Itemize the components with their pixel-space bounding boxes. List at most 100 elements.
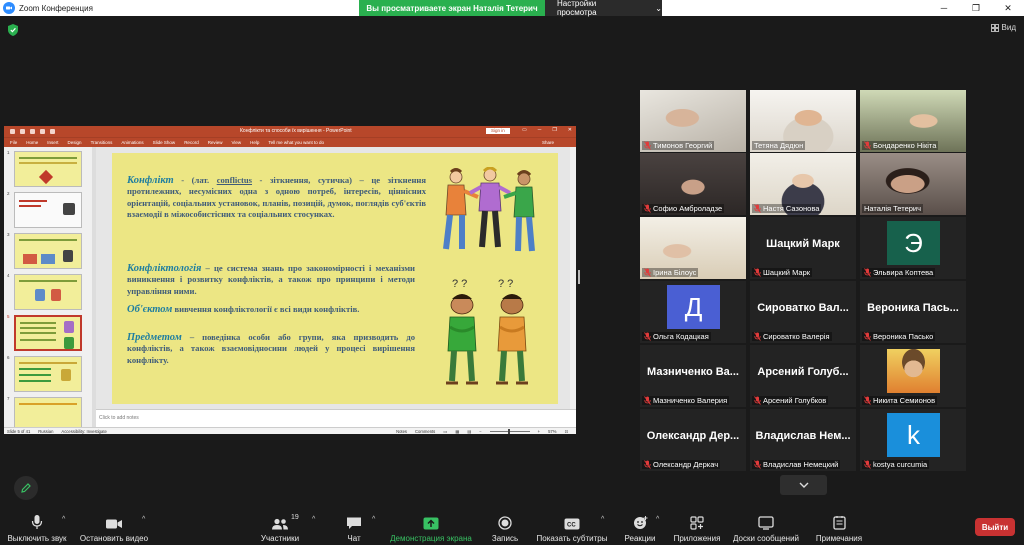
muted-microphone-icon: [754, 396, 761, 405]
captions-button[interactable]: CC Показать субтитры: [536, 512, 608, 543]
ribbon-tab[interactable]: Home: [26, 140, 38, 145]
record-button[interactable]: Запись: [488, 512, 522, 543]
normal-view-icon[interactable]: ▭: [443, 429, 447, 434]
audio-options-caret[interactable]: ^: [62, 516, 65, 523]
slide-thumbnail[interactable]: [14, 233, 82, 269]
participant-tile[interactable]: Ірина Білоус: [640, 217, 746, 279]
notes-toggle[interactable]: Notes: [396, 429, 407, 434]
quick-access-toolbar: [10, 129, 55, 134]
notes-button[interactable]: Примечания: [812, 512, 866, 543]
participant-tile[interactable]: Сироватко Вал... Сироватко Валерія: [750, 281, 856, 343]
annotate-button[interactable]: [14, 476, 38, 500]
participant-tile[interactable]: Никита Семионов: [860, 345, 966, 407]
muted-microphone-icon: [754, 268, 761, 277]
reactions-options-caret[interactable]: ^: [656, 516, 659, 523]
slideshow-icon[interactable]: [50, 129, 55, 134]
ppt-minimize-icon[interactable]: ─: [538, 127, 542, 133]
stop-video-button[interactable]: Остановить видео: [78, 512, 150, 543]
zoom-level[interactable]: 57%: [548, 429, 556, 434]
participants-options-caret[interactable]: ^: [312, 516, 315, 523]
whiteboards-button[interactable]: Доски сообщений: [730, 512, 802, 543]
chat-button[interactable]: Чат: [340, 512, 368, 543]
participant-tile[interactable]: Наталія Тетерич: [860, 153, 966, 215]
panel-splitter[interactable]: [578, 270, 580, 284]
participant-avatar: k: [887, 413, 940, 457]
reading-view-icon[interactable]: ▤: [467, 429, 471, 434]
ppt-close-icon[interactable]: ✕: [568, 127, 572, 133]
slide-thumbnails[interactable]: 1 2 3 4 5 6 7: [4, 147, 94, 427]
mute-button[interactable]: Выключить звук: [6, 512, 68, 543]
ppt-share-button[interactable]: Share: [542, 140, 554, 145]
maximize-button[interactable]: ❐: [960, 0, 992, 16]
ribbon-tab[interactable]: Transitions: [91, 140, 113, 145]
leave-meeting-button[interactable]: Выйти: [975, 518, 1015, 536]
share-screen-button[interactable]: Демонстрация экрана: [388, 512, 474, 543]
slide-thumbnail[interactable]: [14, 274, 82, 310]
definition-object: Об'єктом вивчення конфліктології є всі в…: [127, 304, 415, 315]
ribbon-tab[interactable]: Slide Show: [153, 140, 176, 145]
gallery-next-page-button[interactable]: [780, 475, 827, 495]
reactions-button[interactable]: Реакции: [622, 512, 658, 543]
slide-scrollbar[interactable]: [570, 147, 576, 409]
fit-slide-icon[interactable]: ⊡: [564, 429, 568, 434]
video-options-caret[interactable]: ^: [142, 516, 145, 523]
slide-canvas[interactable]: Конфлікт - (лат. conflictus - зіткнення,…: [112, 153, 558, 404]
participant-name: Никита Семионов: [873, 396, 936, 405]
slide-thumbnail[interactable]: [14, 151, 82, 187]
participant-tile[interactable]: Тетяна Дядюн: [750, 90, 856, 152]
ppt-sign-in-button[interactable]: Sign in: [486, 128, 510, 134]
close-button[interactable]: ✕: [992, 0, 1024, 16]
participant-tile[interactable]: Тимонов Георгий: [640, 90, 746, 152]
minimize-button[interactable]: ─: [928, 0, 960, 16]
slide-thumbnail[interactable]: [14, 397, 82, 427]
comments-toggle[interactable]: Comments: [415, 429, 435, 434]
ribbon-tab[interactable]: Animations: [121, 140, 143, 145]
ribbon-tab[interactable]: Insert: [47, 140, 58, 145]
ppt-maximize-icon[interactable]: ❐: [552, 127, 556, 133]
notes-pane[interactable]: Click to add notes: [96, 409, 576, 427]
participant-tile[interactable]: Владислав Нем... Владислав Немецкий: [750, 409, 856, 471]
participant-tile[interactable]: Д Ольга Кодацкая: [640, 281, 746, 343]
sorter-view-icon[interactable]: ▦: [455, 429, 459, 434]
view-button[interactable]: Вид: [990, 23, 1016, 32]
autosave-icon[interactable]: [10, 129, 15, 134]
ribbon-tab[interactable]: View: [231, 140, 241, 145]
ribbon-tab[interactable]: Review: [208, 140, 223, 145]
redo-icon[interactable]: [40, 129, 45, 134]
apps-button[interactable]: Приложения: [672, 512, 722, 543]
view-options-button[interactable]: Настройки просмотра ⌄: [545, 0, 662, 17]
participant-tile[interactable]: Бондаренко Нікіта: [860, 90, 966, 152]
ppt-ribbon-options-icon[interactable]: ▭: [522, 127, 527, 133]
shield-icon[interactable]: [8, 24, 18, 36]
participant-tile[interactable]: Мазниченко Ва... Мазниченко Валерия: [640, 345, 746, 407]
zoom-in-icon[interactable]: +: [538, 429, 540, 434]
participant-tile[interactable]: Э Эльвира Коптева: [860, 217, 966, 279]
captions-options-caret[interactable]: ^: [601, 516, 604, 523]
slide-thumbnail[interactable]: [14, 356, 82, 392]
save-icon[interactable]: [20, 129, 25, 134]
chat-options-caret[interactable]: ^: [372, 516, 375, 523]
ribbon-tab[interactable]: Record: [184, 140, 199, 145]
accessibility-status[interactable]: Accessibility: Investigate: [61, 429, 106, 434]
participant-tile[interactable]: k kostya curcumia: [860, 409, 966, 471]
participant-tile[interactable]: Настя Сазонова: [750, 153, 856, 215]
ribbon-tab[interactable]: File: [10, 140, 17, 145]
ribbon-tab[interactable]: Help: [250, 140, 259, 145]
arguing-people-illustration: [443, 167, 535, 252]
term-conflictology: Конфліктологія: [127, 263, 202, 274]
undo-icon[interactable]: [30, 129, 35, 134]
participant-tile[interactable]: Арсений Голуб... Арсений Голубков: [750, 345, 856, 407]
zoom-out-icon[interactable]: −: [479, 429, 481, 434]
language-indicator[interactable]: Russian: [38, 429, 53, 434]
participant-tile[interactable]: Вероника Пась... Вероника Пасько: [860, 281, 966, 343]
participant-tile[interactable]: Софио Амброладзе: [640, 153, 746, 215]
muted-microphone-icon: [644, 141, 651, 150]
participant-name: Шацкий Марк: [763, 268, 811, 277]
participant-tile[interactable]: Олександр Дер... Олександр Деркач: [640, 409, 746, 471]
slide-thumbnail-selected[interactable]: [14, 315, 82, 351]
slide-thumbnail[interactable]: [14, 192, 82, 228]
zoom-slider[interactable]: [489, 428, 530, 434]
tell-me-search[interactable]: Tell me what you want to do: [268, 140, 324, 145]
participant-tile[interactable]: Шацкий Марк Шацкий Марк: [750, 217, 856, 279]
ribbon-tab[interactable]: Design: [68, 140, 82, 145]
